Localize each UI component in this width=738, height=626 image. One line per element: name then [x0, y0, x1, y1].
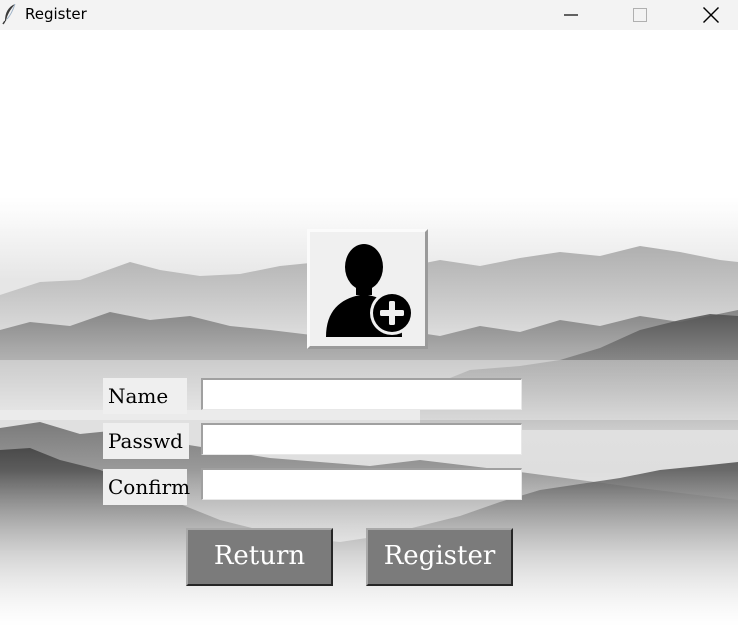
- close-icon: [703, 7, 719, 23]
- register-window: Register Name Passwd Confirm Return Regi…: [0, 0, 738, 626]
- title-bar[interactable]: Register: [0, 0, 738, 30]
- add-user-icon: [325, 244, 414, 337]
- name-input[interactable]: [201, 378, 522, 410]
- add-user-avatar-button[interactable]: [307, 229, 428, 349]
- maximize-button[interactable]: [617, 0, 663, 30]
- confirm-password-input[interactable]: [201, 468, 522, 500]
- maximize-icon: [633, 8, 647, 22]
- window-title: Register: [25, 5, 87, 23]
- register-button[interactable]: Register: [366, 528, 513, 586]
- feather-icon: [2, 3, 16, 25]
- close-button[interactable]: [688, 0, 734, 30]
- password-label: Passwd: [103, 423, 189, 459]
- minimize-icon: [564, 14, 578, 16]
- minimize-button[interactable]: [548, 0, 594, 30]
- confirm-label: Confirm: [103, 469, 190, 505]
- return-button[interactable]: Return: [186, 528, 333, 586]
- name-label: Name: [103, 378, 187, 414]
- password-input[interactable]: [201, 423, 522, 455]
